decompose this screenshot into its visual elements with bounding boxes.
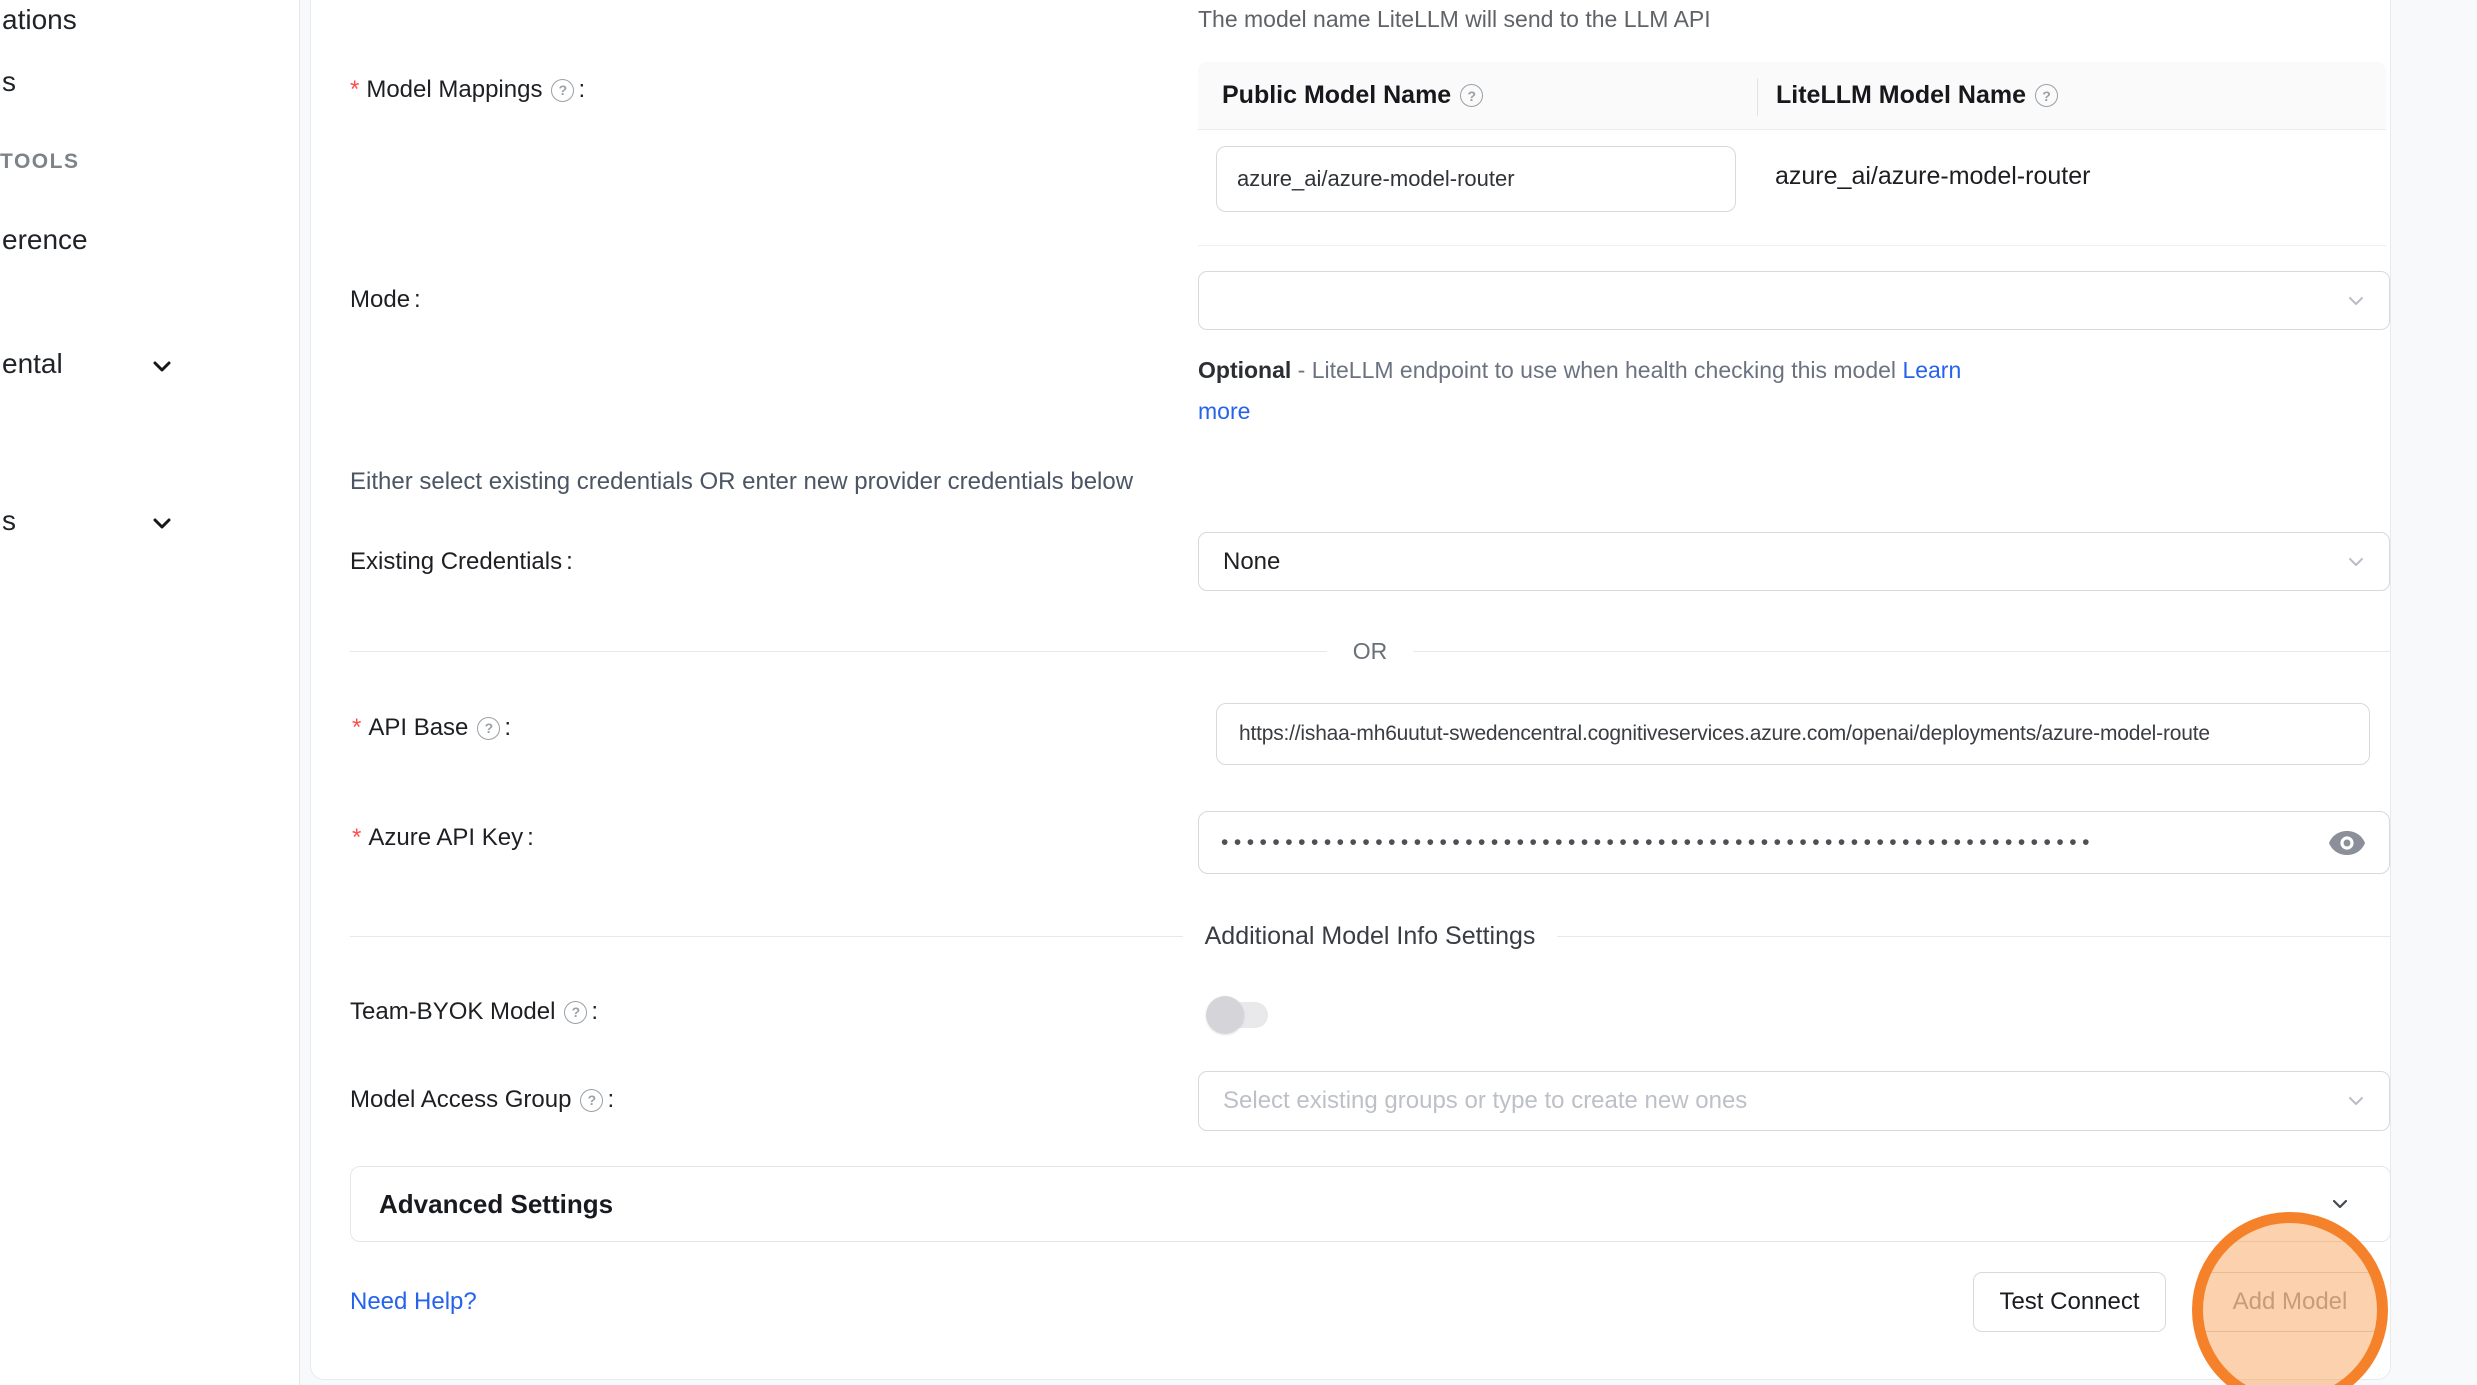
- model-access-group-label: Model Access Group ? :: [350, 1086, 614, 1114]
- divider-line: [350, 936, 1183, 937]
- azure-api-key-input[interactable]: ••••••••••••••••••••••••••••••••••••••••…: [1198, 811, 2390, 874]
- chevron-down-icon: [150, 511, 174, 535]
- add-model-page: ations s TOOLS erence ental s The model …: [0, 0, 2477, 1385]
- or-divider: OR: [350, 638, 2390, 665]
- toggle-knob: [1206, 996, 1244, 1034]
- team-byok-label: Team-BYOK Model ? :: [350, 998, 598, 1026]
- existing-credentials-select[interactable]: None: [1198, 532, 2390, 591]
- litellm-model-name-value: azure_ai/azure-model-router: [1775, 162, 2090, 191]
- column-separator: [1757, 78, 1758, 116]
- divider-line: [1413, 651, 2390, 652]
- azure-api-key-label: * Azure API Key :: [352, 824, 534, 852]
- help-icon[interactable]: ?: [551, 79, 574, 102]
- chevron-down-icon: [2328, 1192, 2352, 1216]
- additional-settings-divider: Additional Model Info Settings: [350, 922, 2390, 951]
- divider-line: [1557, 936, 2390, 937]
- model-access-group-placeholder: Select existing groups or type to create…: [1199, 1087, 1747, 1115]
- team-byok-toggle[interactable]: [1206, 996, 1270, 1034]
- advanced-settings-title: Advanced Settings: [379, 1189, 613, 1220]
- chevron-down-icon: [2345, 1090, 2367, 1112]
- existing-credentials-value: None: [1199, 548, 1280, 576]
- mode-label: Mode:: [350, 286, 421, 314]
- help-icon[interactable]: ?: [2035, 84, 2058, 107]
- model-access-group-select[interactable]: Select existing groups or type to create…: [1198, 1071, 2390, 1131]
- divider-line: [350, 651, 1327, 652]
- table-row: [1216, 146, 1736, 212]
- model-name-hint: The model name LiteLLM will send to the …: [1198, 6, 1711, 33]
- existing-credentials-label: Existing Credentials:: [350, 548, 573, 576]
- sidebar-item-settings[interactable]: s: [2, 505, 16, 537]
- advanced-settings-panel[interactable]: Advanced Settings: [350, 1166, 2391, 1242]
- required-asterisk: *: [352, 824, 361, 852]
- required-asterisk: *: [352, 714, 361, 742]
- chevron-down-icon: [150, 354, 174, 378]
- help-icon[interactable]: ?: [477, 717, 500, 740]
- help-icon[interactable]: ?: [580, 1089, 603, 1112]
- sidebar-item-logs[interactable]: s: [2, 66, 16, 98]
- test-connect-button[interactable]: Test Connect: [1973, 1272, 2166, 1332]
- eye-icon[interactable]: [2329, 830, 2365, 856]
- sidebar: ations s TOOLS erence ental s: [0, 0, 300, 1385]
- help-icon[interactable]: ?: [564, 1001, 587, 1024]
- sidebar-section-tools: TOOLS: [0, 150, 79, 174]
- public-model-name-input[interactable]: [1216, 146, 1736, 212]
- chevron-down-icon: [2345, 290, 2367, 312]
- column-header-public-model-name: Public Model Name ?: [1198, 81, 1758, 110]
- mode-select[interactable]: [1198, 271, 2390, 330]
- table-bottom-border: [1198, 245, 2386, 246]
- api-base-value: https://ishaa-mh6uutut-swedencentral.cog…: [1217, 722, 2218, 746]
- credentials-hint: Either select existing credentials OR en…: [350, 468, 1133, 496]
- required-asterisk: *: [350, 76, 359, 104]
- mode-optional-note: Optional - LiteLLM endpoint to use when …: [1198, 350, 1961, 432]
- need-help-link[interactable]: Need Help?: [350, 1288, 477, 1316]
- azure-api-key-masked-value: ••••••••••••••••••••••••••••••••••••••••…: [1199, 831, 2289, 855]
- chevron-down-icon: [2345, 551, 2367, 573]
- api-base-label: * API Base ? :: [352, 714, 511, 742]
- add-model-button[interactable]: Add Model: [2199, 1272, 2381, 1332]
- model-mappings-label: * Model Mappings ? :: [350, 76, 585, 104]
- help-icon[interactable]: ?: [1460, 84, 1483, 107]
- learn-more-link[interactable]: Learn: [1902, 357, 1961, 383]
- learn-more-link[interactable]: more: [1198, 398, 1250, 424]
- sidebar-item-organizations[interactable]: ations: [2, 4, 77, 36]
- sidebar-item-inference[interactable]: erence: [2, 224, 88, 256]
- model-mappings-table-header: Public Model Name ? LiteLLM Model Name ?: [1198, 62, 2386, 130]
- column-header-litellm-model-name: LiteLLM Model Name ?: [1758, 81, 2058, 110]
- api-base-input[interactable]: https://ishaa-mh6uutut-swedencentral.cog…: [1216, 703, 2370, 765]
- sidebar-item-experimental[interactable]: ental: [2, 348, 63, 380]
